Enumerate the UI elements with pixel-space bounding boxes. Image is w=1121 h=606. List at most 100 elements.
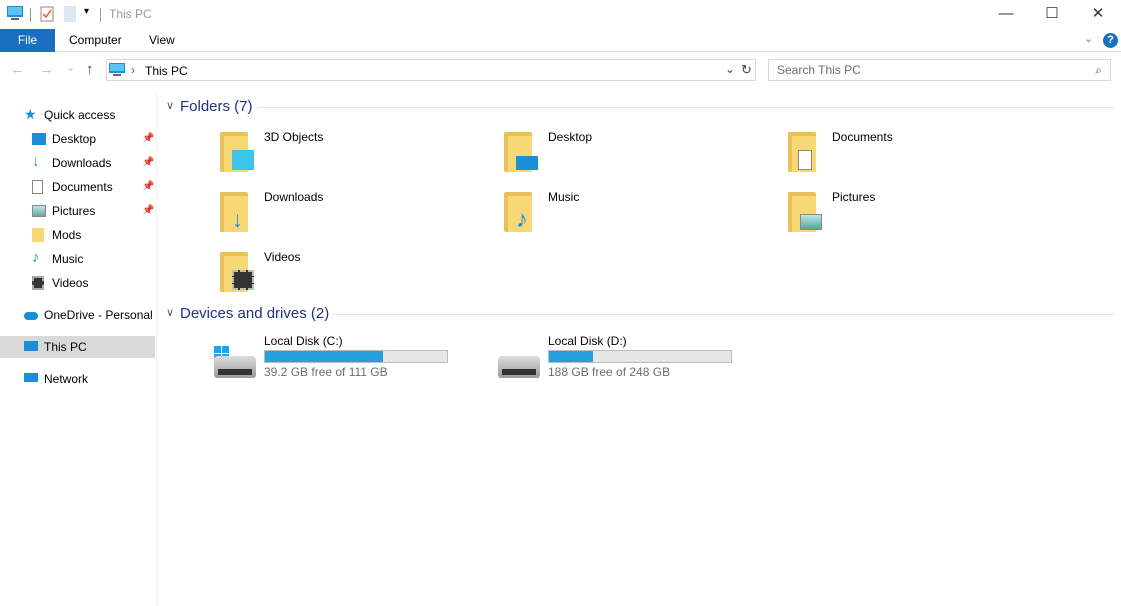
drive-usage-bar [264, 350, 448, 363]
folder-label: Downloads [264, 190, 324, 204]
folder-icon [32, 228, 44, 242]
search-icon: ⌕ [1095, 63, 1102, 77]
pin-icon[interactable]: 📌 [142, 176, 154, 198]
computer-icon [109, 63, 125, 76]
pictures-icon [32, 205, 46, 217]
back-button[interactable]: ← [10, 61, 25, 78]
tab-file[interactable]: File [0, 29, 55, 52]
drive-d[interactable]: Local Disk (D:) 188 GB free of 248 GB [498, 334, 758, 379]
folder-item[interactable]: Desktop [502, 130, 762, 180]
hard-drive-icon [498, 356, 540, 378]
collapse-drives-icon[interactable]: ∨ [166, 306, 174, 319]
properties-icon[interactable] [40, 6, 54, 22]
sidebar-item-videos[interactable]: Videos [0, 272, 155, 294]
divider [332, 314, 1114, 315]
folders-group-header[interactable]: Folders (7) [180, 98, 253, 115]
folder-item[interactable]: ♪ Music [502, 190, 762, 240]
tab-computer[interactable]: Computer [55, 29, 136, 52]
folder-item[interactable]: Pictures [786, 190, 1046, 240]
folder-item[interactable]: 3D Objects [218, 130, 478, 180]
sidebar-item-mods[interactable]: Mods [0, 224, 155, 246]
separator [30, 8, 31, 22]
folder-label: Music [548, 190, 580, 204]
folder-item[interactable]: Documents [786, 130, 1046, 180]
folder-icon: ♪ [502, 192, 534, 232]
document-icon [32, 180, 43, 194]
video-icon [232, 270, 254, 290]
cloud-icon [24, 312, 38, 320]
network-icon [24, 373, 38, 382]
folder-label: 3D Objects [264, 130, 324, 144]
expand-ribbon-icon[interactable]: ⌄ [1084, 32, 1093, 45]
maximize-button[interactable]: ☐ [1029, 0, 1075, 29]
sidebar-item-network[interactable]: Network [0, 368, 155, 390]
folder-label: Documents [832, 130, 893, 144]
forward-button[interactable]: → [39, 61, 54, 78]
download-icon: ↓ [232, 207, 243, 232]
sidebar-item-this-pc[interactable]: This PC [0, 336, 155, 358]
drive-usage-fill [549, 351, 594, 362]
sidebar-item-desktop[interactable]: Desktop 📌 [0, 128, 155, 150]
up-button[interactable]: ↑ [86, 61, 94, 78]
folder-label: Pictures [832, 190, 876, 204]
music-icon: ♪ [516, 206, 528, 233]
3d-objects-icon [232, 150, 254, 170]
folder-icon [786, 132, 818, 172]
address-dropdown-icon[interactable]: ⌄ [725, 62, 735, 76]
close-button[interactable]: ✕ [1075, 0, 1121, 29]
computer-icon [24, 341, 38, 351]
sidebar-item-pictures[interactable]: Pictures 📌 [0, 200, 155, 222]
folder-label: Desktop [548, 130, 593, 144]
folder-icon: ↓ [218, 192, 250, 232]
document-icon [798, 150, 812, 170]
sidebar-item-quick-access[interactable]: ★ Quick access [0, 104, 155, 126]
folder-item[interactable]: ↓ Downloads [218, 190, 478, 240]
minimize-button[interactable]: — [983, 0, 1029, 29]
drive-free-space: 188 GB free of 248 GB [548, 365, 671, 379]
title-bar: ▾ This PC — ☐ ✕ [0, 0, 1121, 29]
address-bar[interactable]: › This PC ⌄ ↻ [106, 59, 756, 81]
star-icon: ★ [24, 106, 37, 122]
recent-locations-button[interactable]: ⌄ [66, 61, 75, 74]
music-icon: ♪ [32, 249, 40, 266]
drive-c[interactable]: Local Disk (C:) 39.2 GB free of 111 GB [214, 334, 474, 379]
refresh-icon[interactable]: ↻ [741, 62, 752, 78]
breadcrumb-this-pc[interactable]: This PC [145, 64, 188, 78]
drive-label: Local Disk (C:) [264, 334, 343, 348]
folder-icon [502, 132, 538, 172]
drive-usage-fill [265, 351, 383, 362]
search-input[interactable]: Search This PC ⌕ [768, 59, 1111, 81]
sidebar-item-music[interactable]: ♪ Music [0, 248, 155, 270]
sidebar-item-documents[interactable]: Documents 📌 [0, 176, 155, 198]
pictures-icon [800, 214, 822, 230]
tab-view[interactable]: View [135, 29, 189, 52]
desktop-icon [32, 133, 46, 145]
drive-free-space: 39.2 GB free of 111 GB [264, 365, 388, 379]
customize-quick-access-icon[interactable]: ▾ [84, 6, 89, 17]
hard-drive-icon [214, 356, 256, 378]
breadcrumb-separator[interactable]: › [131, 63, 135, 77]
folder-label: Videos [264, 250, 301, 264]
navigation-pane: ★ Quick access Desktop 📌 ↓ Downloads 📌 Docum… [0, 90, 157, 606]
drive-label: Local Disk (D:) [548, 334, 627, 348]
separator [100, 8, 101, 22]
pin-icon[interactable]: 📌 [142, 200, 154, 222]
computer-icon [7, 6, 23, 20]
help-icon[interactable]: ? [1103, 33, 1118, 48]
folder-item[interactable]: Videos [218, 250, 478, 300]
desktop-icon [516, 156, 538, 170]
video-icon [32, 276, 44, 290]
new-folder-icon[interactable] [64, 6, 77, 22]
search-placeholder: Search This PC [777, 63, 861, 77]
folder-icon [218, 132, 254, 172]
download-icon: ↓ [32, 153, 40, 170]
drives-group-header[interactable]: Devices and drives (2) [180, 305, 329, 322]
sidebar-item-downloads[interactable]: ↓ Downloads 📌 [0, 152, 155, 174]
window-title: This PC [109, 7, 152, 21]
divider [258, 107, 1114, 108]
collapse-folders-icon[interactable]: ∨ [166, 99, 174, 112]
drive-usage-bar [548, 350, 732, 363]
pin-icon[interactable]: 📌 [142, 152, 154, 174]
pin-icon[interactable]: 📌 [142, 128, 154, 150]
sidebar-item-onedrive[interactable]: OneDrive - Personal [0, 304, 155, 326]
